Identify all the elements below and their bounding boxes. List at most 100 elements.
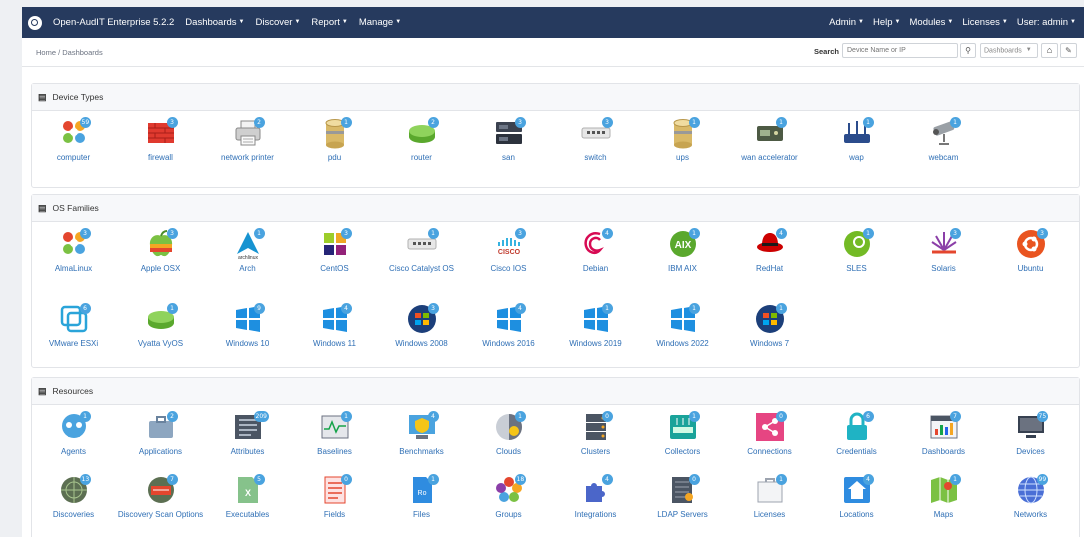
nav-user[interactable]: User: admin ▼	[1017, 17, 1076, 28]
tile-label: Windows 11	[313, 339, 356, 348]
tile-wan-accelerator[interactable]: 1 wan accelerator	[726, 117, 813, 163]
tile-discoveries[interactable]: 13 Discoveries	[30, 474, 117, 520]
tile-debian[interactable]: 4 Debian	[552, 228, 639, 274]
tile-networks[interactable]: 99 Networks	[987, 474, 1074, 520]
tile-label: wap	[849, 153, 864, 162]
tile-ldap-servers[interactable]: 0 LDAP Servers	[639, 474, 726, 520]
nav-manage[interactable]: Manage ▼	[359, 17, 401, 28]
edit-button[interactable]: ✎	[1060, 43, 1077, 58]
nav-left: Open-AudIT Enterprise 5.2.2 Dashboards ▼ …	[28, 7, 401, 38]
breadcrumb[interactable]: Home / Dashboards	[36, 48, 103, 57]
tile-applications[interactable]: 2 Applications	[117, 411, 204, 457]
tile-wap[interactable]: 1 wap	[813, 117, 900, 163]
tile-windows-11[interactable]: 4 Windows 11	[291, 303, 378, 349]
nav-discover[interactable]: Discover ▼	[255, 17, 300, 28]
nav-report[interactable]: Report ▼	[311, 17, 347, 28]
tile-clouds[interactable]: 1 Clouds	[465, 411, 552, 457]
dashboard-select[interactable]: Dashboards ▼	[980, 43, 1038, 58]
brand-title[interactable]: Open-AudIT Enterprise 5.2.2	[53, 17, 174, 28]
firewall-icon: 3	[145, 117, 178, 149]
tile-network-printer[interactable]: 2 network printer	[204, 117, 291, 163]
tile-apple-osx[interactable]: 3 Apple OSX	[117, 228, 204, 274]
tile-webcam[interactable]: 1 webcam	[900, 117, 987, 163]
tile-pdu[interactable]: 1 pdu	[291, 117, 378, 163]
tile-baselines[interactable]: 1 Baselines	[291, 411, 378, 457]
tile-sles[interactable]: 1 SLES	[813, 228, 900, 274]
tile-agents[interactable]: 1 Agents	[30, 411, 117, 457]
tile-benchmarks[interactable]: 4 Benchmarks	[378, 411, 465, 457]
arch-icon: archlinux 1	[232, 228, 265, 261]
tile-collectors[interactable]: 1 Collectors	[639, 411, 726, 457]
nav-help[interactable]: Help ▼	[873, 17, 901, 28]
tile-solaris[interactable]: 3 Solaris	[900, 228, 987, 274]
tile-switch[interactable]: 3 switch	[552, 117, 639, 163]
pinwheel-icon: 59	[58, 117, 92, 149]
tile-vmware-esxi[interactable]: 6 VMware ESXi	[30, 303, 117, 349]
count-badge: 1	[862, 228, 874, 239]
tile-attributes[interactable]: 209 Attributes	[204, 411, 291, 457]
nav-licenses[interactable]: Licenses ▼	[962, 17, 1007, 28]
dashboard-icon: 7	[928, 411, 961, 443]
tile-windows-2019[interactable]: 1 Windows 2019	[552, 303, 639, 349]
pinwheel-icon: 3	[58, 228, 91, 260]
tile-windows-2008[interactable]: 3 Windows 2008	[378, 303, 465, 349]
tile-almalinux[interactable]: 3 AlmaLinux	[30, 228, 117, 274]
tile-label: SLES	[846, 264, 867, 273]
tile-executables[interactable]: X 5 Executables	[204, 474, 291, 520]
tile-arch[interactable]: archlinux 1 Arch	[204, 228, 291, 274]
tile-devices[interactable]: 75 Devices	[987, 411, 1074, 457]
globe-icon: 99	[1015, 474, 1049, 506]
nav-modules[interactable]: Modules ▼	[910, 17, 954, 28]
home-button[interactable]: ⌂	[1041, 43, 1058, 58]
count-badge: 99	[1036, 474, 1049, 485]
tile-centos[interactable]: 3 CentOS	[291, 228, 378, 274]
tile-locations[interactable]: 4 Locations	[813, 474, 900, 520]
tile-clusters[interactable]: 0 Clusters	[552, 411, 639, 457]
count-badge: 1	[79, 411, 91, 422]
tile-ups[interactable]: 1 ups	[639, 117, 726, 163]
tile-fields[interactable]: 0 Fields	[291, 474, 378, 520]
tile-ibm-aix[interactable]: AIX 1 IBM AIX	[639, 228, 726, 274]
tile-ubuntu[interactable]: 3 Ubuntu	[987, 228, 1074, 274]
tile-windows-10[interactable]: 9 Windows 10	[204, 303, 291, 349]
count-badge: 3	[79, 228, 91, 239]
tile-files[interactable]: Ro 1 Files	[378, 474, 465, 520]
cisco-icon: CISCO 3	[493, 228, 526, 260]
count-badge: 3	[427, 303, 439, 314]
tile-integrations[interactable]: 4 Integrations	[552, 474, 639, 520]
search-button[interactable]: ⚲	[960, 43, 976, 58]
tile-dashboards[interactable]: 7 Dashboards	[900, 411, 987, 457]
tile-router[interactable]: 2 router	[378, 117, 465, 163]
tile-label: Devices	[1016, 447, 1045, 456]
tile-label: Benchmarks	[399, 447, 444, 456]
tile-computer[interactable]: 59 computer	[30, 117, 117, 163]
panel-title: OS Families	[52, 203, 99, 213]
tile-redhat[interactable]: 4 RedHat	[726, 228, 813, 274]
tile-windows-2016[interactable]: 4 Windows 2016	[465, 303, 552, 349]
tile-groups[interactable]: 18 Groups	[465, 474, 552, 520]
count-badge: 13	[79, 474, 92, 485]
windows-icon: 1	[580, 303, 613, 335]
caret-down-icon: ▼	[395, 19, 402, 26]
nav-admin[interactable]: Admin ▼	[829, 17, 864, 28]
tile-label: Agents	[61, 447, 86, 456]
search-input[interactable]	[842, 43, 958, 58]
tile-cisco-ios[interactable]: CISCO 3 Cisco IOS	[465, 228, 552, 274]
tile-cisco-catalyst-os[interactable]: 1 Cisco Catalyst OS	[378, 228, 465, 274]
tile-credentials[interactable]: 6 Credentials	[813, 411, 900, 457]
tile-label: Locations	[839, 510, 874, 519]
count-badge: 7	[166, 474, 178, 485]
nav-dashboards[interactable]: Dashboards ▼	[185, 17, 244, 28]
tile-licenses[interactable]: 1 Licenses	[726, 474, 813, 520]
tile-vyatta-vyos[interactable]: 1 Vyatta VyOS	[117, 303, 204, 349]
tile-firewall[interactable]: 3 firewall	[117, 117, 204, 163]
tile-discovery-scan-options[interactable]: 7 Discovery Scan Options	[117, 474, 204, 520]
tile-san[interactable]: 3 san	[465, 117, 552, 163]
tile-windows-7[interactable]: 1 Windows 7	[726, 303, 813, 349]
open-audit-logo-icon[interactable]	[28, 15, 42, 30]
tile-label: Vyatta VyOS	[137, 339, 184, 348]
caret-down-icon: ▼	[294, 19, 301, 26]
tile-maps[interactable]: 1 Maps	[900, 474, 987, 520]
tile-windows-2022[interactable]: 1 Windows 2022	[639, 303, 726, 349]
tile-connections[interactable]: 0 Connections	[726, 411, 813, 457]
